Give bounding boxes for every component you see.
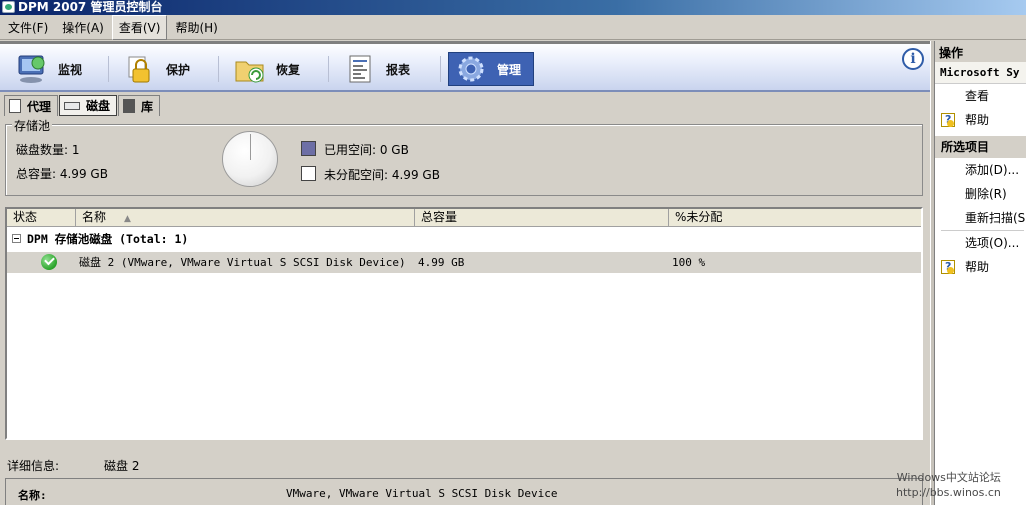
details-section: 详细信息: 磁盘 2 名称: VMware, VMware Virtual S …: [0, 444, 930, 505]
disk-count: 磁盘数量: 1: [16, 143, 80, 157]
action-help[interactable]: 帮助: [935, 108, 1026, 132]
column-header-unallocated[interactable]: %未分配: [669, 209, 921, 227]
nav-tab-label: 恢复: [276, 62, 301, 77]
main-pane: 监视 保护 恢复 报表 管理 i 代理 磁盘 库 存储池 磁盘数量: 1 总容量…: [0, 44, 930, 505]
action-label: 添加(D)...: [965, 163, 1020, 177]
subtab-label: 磁盘: [86, 99, 111, 113]
nav-tab-label: 保护: [166, 62, 191, 77]
action-label: 帮助: [965, 260, 990, 274]
group-row[interactable]: DPM 存储池磁盘 (Total: 1): [7, 229, 921, 249]
column-header-status[interactable]: 状态: [7, 209, 76, 227]
action-options[interactable]: 选项(O)...: [935, 231, 1026, 255]
protection-lock-icon: [124, 53, 156, 85]
management-gear-icon: [455, 53, 487, 85]
action-help-selected[interactable]: 帮助: [935, 255, 1026, 279]
column-header-capacity[interactable]: 总容量: [415, 209, 669, 227]
watermark: Windows中文站论坛 http://bbs.winos.cn: [896, 470, 1001, 500]
nav-tab-label: 监视: [58, 62, 83, 77]
help-icon: [941, 108, 955, 132]
subtab-disks[interactable]: 磁盘: [59, 95, 118, 116]
total-capacity: 总容量: 4.99 GB: [16, 167, 108, 181]
column-header-name[interactable]: 名称 ▲: [76, 209, 415, 227]
navigation-band: 监视 保护 恢复 报表 管理 i: [0, 44, 930, 92]
action-add[interactable]: 添加(D)...: [935, 158, 1026, 182]
details-value: 磁盘 2: [104, 459, 140, 473]
nav-separator: [218, 56, 219, 82]
actions-context[interactable]: Microsoft Sy: [935, 62, 1026, 84]
agent-icon: [9, 99, 21, 113]
column-header-name-label: 名称: [82, 210, 107, 224]
group-label: DPM 存储池磁盘 (Total: 1): [27, 232, 189, 246]
subtab-agents[interactable]: 代理: [4, 95, 59, 116]
action-label: 帮助: [965, 113, 990, 127]
details-panel: 名称: VMware, VMware Virtual S SCSI Disk D…: [5, 478, 923, 505]
action-label: 选项(O)...: [965, 236, 1020, 250]
actions-header: 操作: [935, 44, 1026, 62]
disk-list[interactable]: 状态 名称 ▲ 总容量 %未分配 DPM 存储池磁盘 (Total: 1) 磁盘 …: [5, 207, 923, 440]
used-space-swatch: [301, 141, 316, 156]
sort-ascending-icon: ▲: [124, 214, 131, 224]
action-label: 重新扫描(S: [965, 211, 1026, 225]
action-view[interactable]: 查看: [935, 84, 1026, 108]
menu-view[interactable]: 查看(V): [111, 15, 168, 40]
action-label: 查看: [965, 89, 990, 103]
nav-tab-management[interactable]: 管理: [448, 52, 535, 86]
used-space-label: 已用空间: 0 GB: [324, 143, 409, 157]
unallocated-space-swatch: [301, 166, 316, 181]
app-icon: [2, 1, 15, 13]
disk-icon: [64, 101, 81, 110]
details-name-label: 名称:: [18, 489, 47, 502]
subtab-label: 库: [141, 99, 154, 114]
ok-check-icon: [41, 254, 57, 270]
watermark-line2: http://bbs.winos.cn: [896, 486, 1001, 499]
disk-unallocated-cell: 100 %: [672, 256, 706, 269]
details-name-value: VMware, VMware Virtual S SCSI Disk Devic…: [286, 487, 558, 500]
sub-tab-strip: 代理 磁盘 库: [4, 95, 161, 116]
recovery-folder-icon: [234, 53, 266, 85]
nav-separator: [440, 56, 441, 82]
menu-file[interactable]: 文件(F): [2, 16, 54, 39]
info-icon[interactable]: i: [902, 48, 924, 70]
nav-separator: [328, 56, 329, 82]
library-icon: [123, 99, 136, 113]
storage-pool-title: 存储池: [12, 117, 53, 134]
menu-action[interactable]: 操作(A): [56, 16, 110, 39]
nav-tab-recovery[interactable]: 恢复: [234, 52, 300, 86]
storage-pool-group: 存储池 磁盘数量: 1 总容量: 4.99 GB 已用空间: 0 GB 未分配空…: [5, 117, 923, 196]
nav-tab-reporting[interactable]: 报表: [344, 52, 410, 86]
action-label: 删除(R): [965, 187, 1007, 201]
actions-pane: 操作 Microsoft Sy 查看 帮助 所选项目 添加(D)... 删除(R…: [935, 44, 1026, 505]
details-label: 详细信息:: [7, 459, 60, 473]
monitor-icon: [16, 53, 48, 85]
menu-bar: 文件(F) 操作(A) 查看(V) 帮助(H): [0, 15, 1026, 40]
list-header: 状态 名称 ▲ 总容量 %未分配: [7, 209, 921, 227]
collapse-icon[interactable]: [12, 234, 21, 243]
disk-name-cell: 磁盘 2 (VMware, VMware Virtual S SCSI Disk…: [79, 256, 406, 269]
menu-help[interactable]: 帮助(H): [169, 16, 223, 39]
nav-tab-protection[interactable]: 保护: [124, 52, 190, 86]
nav-tab-label: 管理: [497, 62, 522, 77]
nav-separator: [108, 56, 109, 82]
watermark-line1: Windows中文站论坛: [896, 471, 1001, 484]
subtab-label: 代理: [27, 99, 52, 114]
action-rescan[interactable]: 重新扫描(S: [935, 206, 1026, 230]
selected-items-group: 所选项目: [935, 136, 1026, 158]
report-icon: [344, 53, 376, 85]
help-icon: [941, 255, 955, 279]
title-bar: DPM 2007 管理员控制台: [0, 0, 1026, 15]
unallocated-space-label: 未分配空间: 4.99 GB: [324, 168, 440, 182]
table-row[interactable]: 磁盘 2 (VMware, VMware Virtual S SCSI Disk…: [7, 252, 921, 273]
disk-capacity-cell: 4.99 GB: [418, 256, 465, 269]
nav-tab-label: 报表: [386, 62, 411, 77]
nav-tab-monitoring[interactable]: 监视: [16, 52, 82, 86]
action-remove[interactable]: 删除(R): [935, 182, 1026, 206]
usage-pie-chart: [222, 131, 278, 187]
subtab-libraries[interactable]: 库: [118, 95, 161, 116]
window-title: DPM 2007 管理员控制台: [18, 0, 163, 14]
